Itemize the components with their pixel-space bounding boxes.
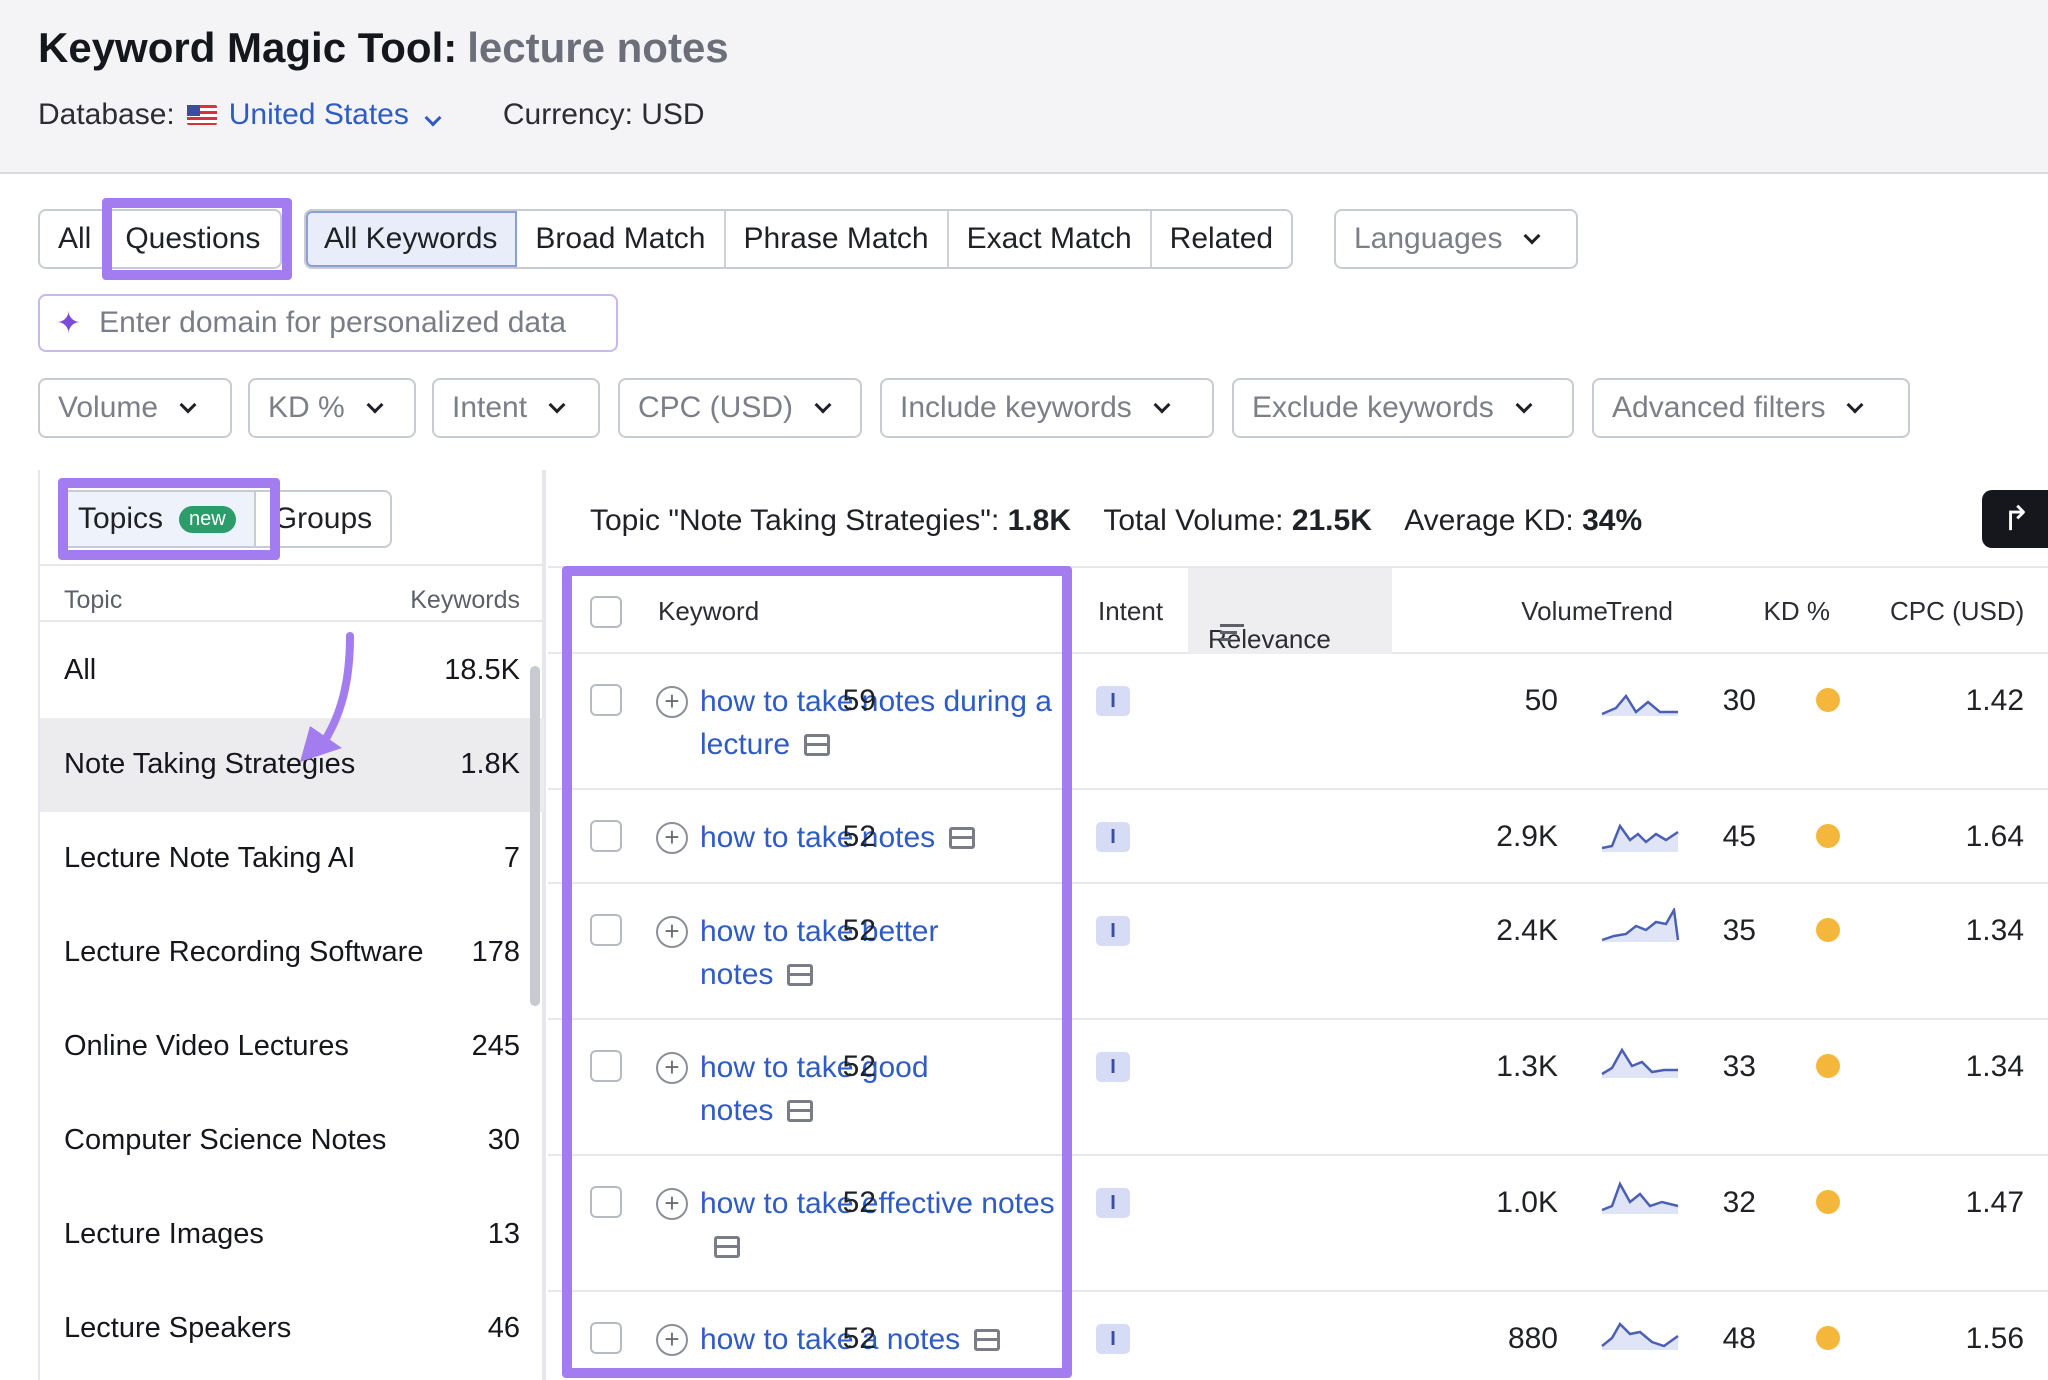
filter-volume[interactable]: Volume <box>38 378 232 438</box>
tab-related[interactable]: Related <box>1152 211 1291 267</box>
cpc-column-header[interactable]: CPC (USD) <box>1890 596 2024 627</box>
cpc-value: 1.47 <box>1965 1186 2024 1219</box>
filter-kd[interactable]: KD % <box>248 378 416 438</box>
share-arrow-icon: ↱ <box>2002 500 2031 538</box>
domain-input-placeholder: Enter domain for personalized data <box>99 306 567 339</box>
match-type-tabs: All Keywords Broad Match Phrase Match Ex… <box>304 209 1294 269</box>
kd-difficulty-dot <box>1816 1190 1840 1214</box>
topic-row[interactable]: Lecture Note Taking AI 7 <box>40 812 544 906</box>
tab-phrase-match[interactable]: Phrase Match <box>726 211 949 267</box>
topics-highlight <box>58 478 280 560</box>
us-flag-icon <box>186 105 217 125</box>
topic-row[interactable]: Lecture Images 13 <box>40 1188 544 1282</box>
filter-intent[interactable]: Intent <box>432 378 600 438</box>
intent-badge: I <box>1096 916 1130 946</box>
tab-all-keywords[interactable]: All Keywords <box>306 211 518 267</box>
kd-difficulty-dot <box>1816 688 1840 712</box>
volume-column-header[interactable]: Volume <box>1468 596 1608 627</box>
topic-row[interactable]: Online Video Lectures 245 <box>40 1000 544 1094</box>
kd-value: 35 <box>1722 914 1756 947</box>
sort-icon <box>1220 624 1244 642</box>
cpc-value: 1.64 <box>1965 820 2024 853</box>
intent-badge: I <box>1096 822 1130 852</box>
cpc-value: 1.56 <box>1965 1322 2024 1355</box>
chevron-down-icon <box>1846 396 1864 414</box>
topic-row[interactable]: Lecture Recording Software 178 <box>40 906 544 1000</box>
volume-value: 2.9K <box>1496 820 1558 853</box>
chevron-down-icon <box>814 396 832 414</box>
chevron-down-icon <box>179 396 197 414</box>
topics-panel: Topics new Groups Topic Keywords All 18.5… <box>38 470 546 1380</box>
volume-value: 1.3K <box>1496 1050 1558 1083</box>
kd-difficulty-dot <box>1816 1326 1840 1350</box>
intent-badge: I <box>1096 1188 1130 1218</box>
intent-badge: I <box>1096 1324 1130 1354</box>
topic-summary: Topic "Note Taking Strategies": 1.8K Tot… <box>590 504 1643 537</box>
search-query: lecture notes <box>467 24 729 71</box>
volume-value: 880 <box>1507 1322 1558 1355</box>
chevron-down-icon <box>366 396 384 414</box>
languages-dropdown[interactable]: Languages <box>1334 209 1578 269</box>
trend-sparkline <box>1601 1180 1679 1214</box>
chevron-down-icon <box>1515 396 1533 414</box>
chevron-down-icon <box>1523 227 1541 245</box>
kd-difficulty-dot <box>1816 1054 1840 1078</box>
filter-advanced[interactable]: Advanced filters <box>1592 378 1910 438</box>
trend-sparkline <box>1601 908 1680 942</box>
intent-column-header[interactable]: Intent <box>1098 596 1163 627</box>
topic-row[interactable]: Computer Science Notes 30 <box>40 1094 544 1188</box>
tab-broad-match[interactable]: Broad Match <box>517 211 726 267</box>
kd-column-header[interactable]: KD % <box>1734 596 1830 627</box>
intent-badge: I <box>1096 1052 1130 1082</box>
trend-sparkline <box>1601 1047 1678 1078</box>
domain-input[interactable]: ✦ Enter domain for personalized data <box>38 294 618 352</box>
topics-table-header: Topic Keywords <box>40 564 544 622</box>
chevron-down-icon <box>1153 396 1171 414</box>
cpc-value: 1.34 <box>1965 1050 2024 1083</box>
filter-cpc[interactable]: CPC (USD) <box>618 378 862 438</box>
database-label: Database: <box>38 98 175 131</box>
topics-scrollbar[interactable] <box>530 666 540 1006</box>
database-row: Database: United States Currency: USD <box>38 98 705 132</box>
keyword-column-highlight <box>562 566 1072 1378</box>
cpc-value: 1.34 <box>1965 914 2024 947</box>
page-title: Keyword Magic Tool: lecture notes <box>38 24 729 71</box>
currency-label: Currency: USD <box>502 98 705 131</box>
chevron-down-icon <box>424 109 442 127</box>
kd-value: 32 <box>1722 1186 1756 1219</box>
topic-row[interactable]: Lecture Speakers 46 <box>40 1282 544 1376</box>
tab-all[interactable]: All <box>40 211 101 267</box>
kd-value: 48 <box>1722 1322 1756 1355</box>
page-header: Keyword Magic Tool: lecture notes Databas… <box>0 0 2048 174</box>
kd-difficulty-dot <box>1816 824 1840 848</box>
kd-difficulty-dot <box>1816 918 1840 942</box>
keywords-column-header: Keywords <box>410 586 520 614</box>
kd-value: 33 <box>1722 1050 1756 1083</box>
volume-value: 1.0K <box>1496 1186 1558 1219</box>
tab-exact-match[interactable]: Exact Match <box>949 211 1152 267</box>
volume-value: 2.4K <box>1496 914 1558 947</box>
sparkle-icon: ✦ <box>56 306 82 340</box>
trend-column-header: Trend <box>1606 596 1673 626</box>
kd-value: 30 <box>1722 684 1756 717</box>
kd-value: 45 <box>1722 820 1756 853</box>
trend-sparkline <box>1601 693 1678 716</box>
filter-include-keywords[interactable]: Include keywords <box>880 378 1214 438</box>
questions-highlight <box>102 198 292 280</box>
chevron-down-icon <box>548 396 566 414</box>
trend-sparkline <box>1601 823 1679 852</box>
database-selector[interactable]: United States <box>229 98 442 132</box>
filter-exclude-keywords[interactable]: Exclude keywords <box>1232 378 1574 438</box>
volume-value: 50 <box>1524 684 1558 717</box>
share-button[interactable]: ↱ <box>1982 490 2048 548</box>
annotation-arrow-icon <box>300 632 354 762</box>
topic-column-header: Topic <box>64 586 123 614</box>
trend-sparkline <box>1601 1321 1679 1350</box>
cpc-value: 1.42 <box>1965 684 2024 717</box>
intent-badge: I <box>1096 686 1130 716</box>
